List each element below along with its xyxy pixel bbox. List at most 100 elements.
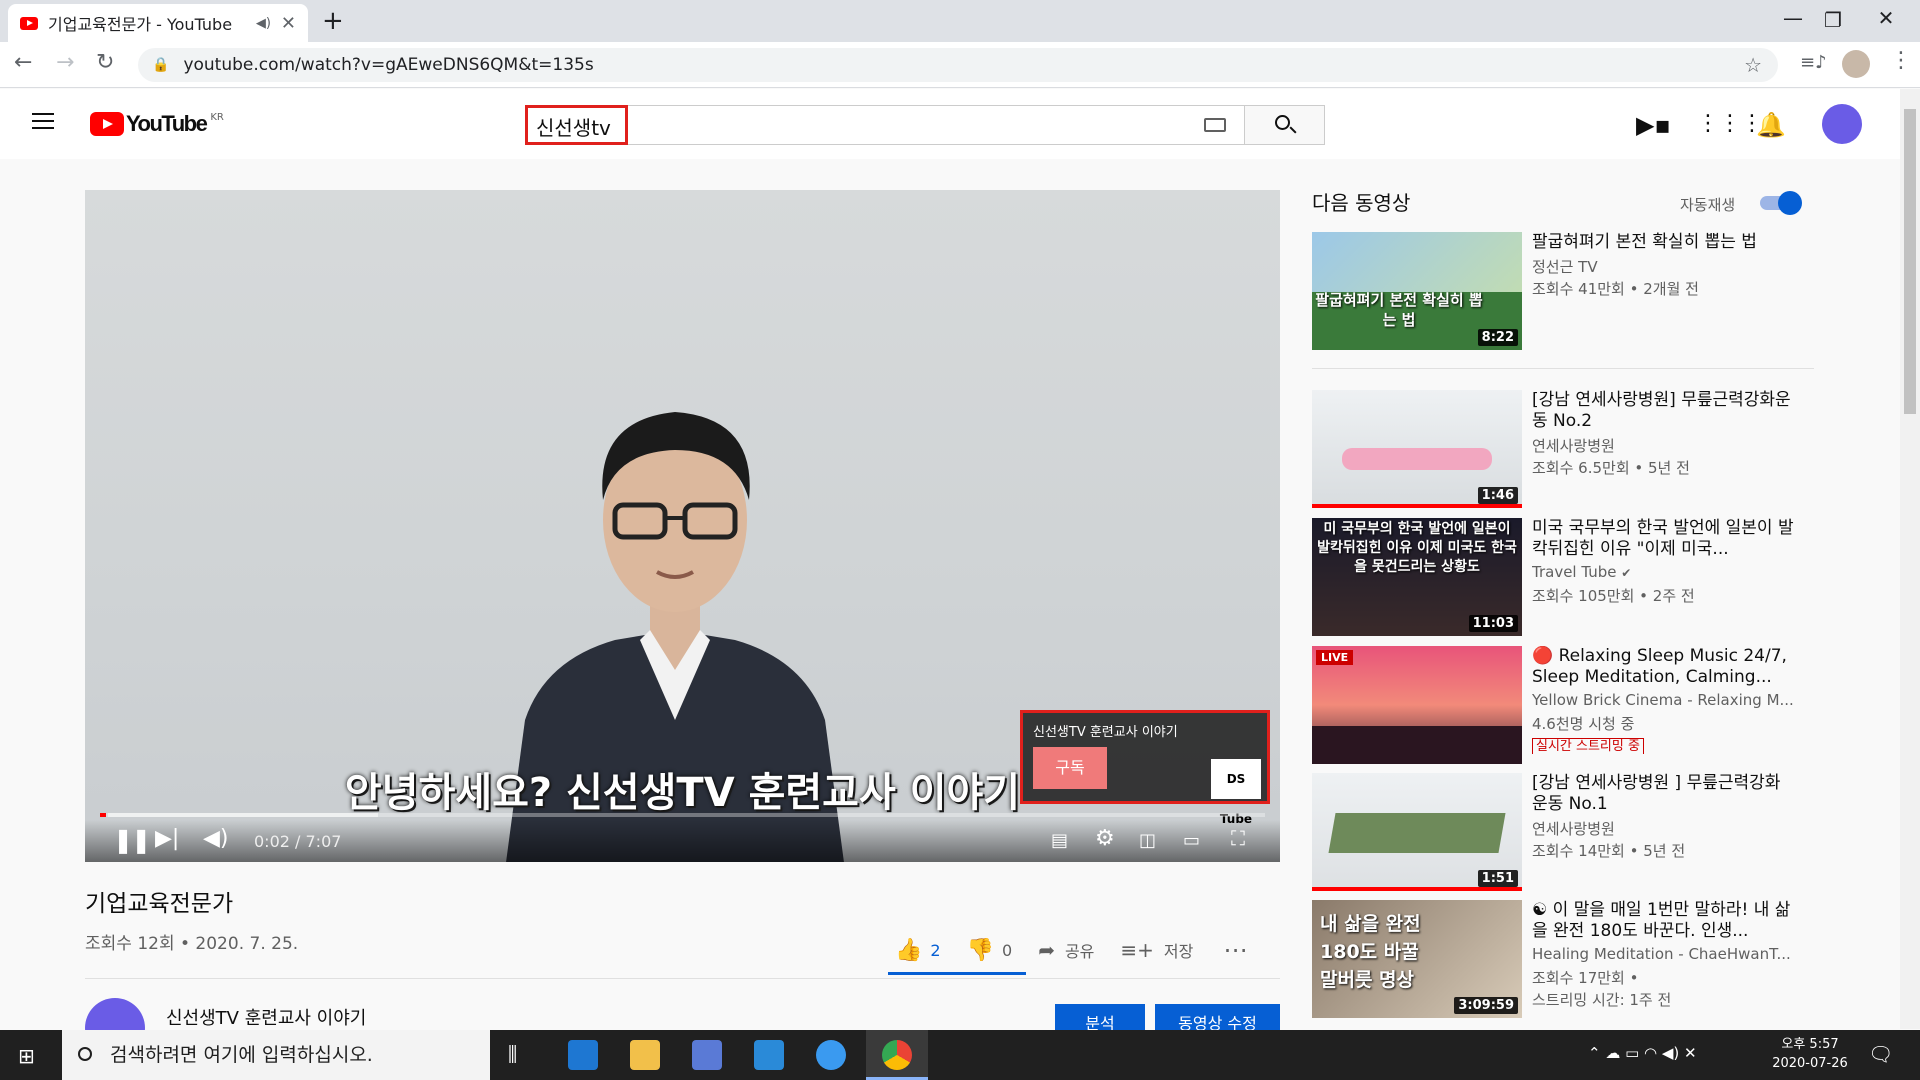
up-next-heading: 다음 동영상 (1312, 191, 1411, 215)
recommendation-item[interactable]: 1:46 [강남 연세사랑병원] 무릎근력강화운동 No.2 연세사랑병원 조회… (1312, 390, 1812, 510)
next-icon[interactable]: ▶| (155, 826, 179, 851)
forward-icon[interactable]: → (56, 50, 74, 75)
recommendation-item[interactable]: 내 삶을 완전 180도 바꿀 말버릇 명상 3:09:59 ☯ 이 말을 매일… (1312, 900, 1812, 1018)
thumbnail-caption: 팔굽혀펴기 본전 확실히 뽑는 법 (1315, 291, 1483, 329)
page-scrollbar[interactable] (1900, 89, 1920, 1029)
fullscreen-icon[interactable]: ⛶ (1231, 826, 1245, 850)
share-label: 공유 (1064, 942, 1095, 961)
youtube-play-icon (90, 112, 124, 136)
volume-icon[interactable]: ◀) (203, 826, 229, 851)
rec-title: [강남 연세사랑병원] 무릎근력강화운동 No.2 (1532, 390, 1791, 431)
miniplayer-icon[interactable]: ◫ (1139, 830, 1156, 851)
notifications-bell-icon[interactable]: 🔔 (1756, 111, 1786, 139)
media-control-icon[interactable]: ≡♪ (1800, 52, 1827, 73)
recommendation-item[interactable]: LIVE 🔴 Relaxing Sleep Music 24/7, Sleep … (1312, 646, 1812, 766)
time-display: 0:02 / 7:07 (254, 832, 342, 851)
pause-icon[interactable]: ❚❚ (113, 826, 151, 854)
more-actions-icon[interactable]: ⋯ (1223, 936, 1247, 964)
like-ratio-bar (888, 972, 1026, 975)
taskbar-search[interactable]: 검색하려면 여기에 입력하십시오. (62, 1030, 490, 1080)
duration-badge: 1:51 (1477, 870, 1518, 887)
url-field[interactable]: 🔒 youtube.com/watch?v=gAEweDNS6QM&t=135s… (138, 48, 1778, 82)
video-thumbnail[interactable]: 미 국무부의 한국 발언에 일본이 발칵뒤집힌 이유 이제 미국도 한국을 못건… (1312, 518, 1522, 636)
save-button[interactable]: ≡+ 저장 (1120, 938, 1193, 962)
rec-meta: 조회수 17만회 • (1532, 969, 1639, 987)
file-explorer-icon[interactable] (630, 1040, 660, 1070)
recommendation-item[interactable]: 미 국무부의 한국 발언에 일본이 발칵뒤집힌 이유 이제 미국도 한국을 못건… (1312, 518, 1812, 638)
video-thumbnail[interactable]: 1:46 (1312, 390, 1522, 508)
keyboard-icon[interactable] (1204, 118, 1226, 132)
bookmark-star-icon[interactable]: ☆ (1744, 53, 1762, 77)
duration-badge: 11:03 (1468, 615, 1518, 632)
edge-icon[interactable] (568, 1040, 598, 1070)
progress-played (100, 813, 106, 817)
autoplay-toggle[interactable] (1760, 191, 1802, 215)
channel-name[interactable]: 신선생TV 훈련교사 이야기 (166, 1004, 366, 1030)
divider (1312, 368, 1814, 369)
video-thumbnail[interactable]: 팔굽혀펴기 본전 확실히 뽑는 법 8:22 (1312, 232, 1522, 350)
windows-start-icon[interactable]: ⊞ (18, 1044, 35, 1068)
search-icon (1275, 115, 1290, 130)
logo-text: YouTube (126, 111, 208, 136)
youtube-header: YouTube KR 신선생tv ▶▪ ⋮⋮⋮ 🔔 (0, 89, 1900, 159)
settings-gear-icon[interactable]: ⚙ (1095, 826, 1115, 851)
search-input[interactable]: 신선생tv (525, 105, 1245, 145)
watched-progress (1312, 504, 1522, 508)
notification-center-icon[interactable]: 🗨 (1868, 1042, 1893, 1066)
share-button[interactable]: ➦ 공유 (1038, 938, 1094, 962)
like-button[interactable]: 👍 2 (895, 938, 941, 963)
dislike-button[interactable]: 👎 0 (967, 938, 1013, 963)
profile-avatar-icon[interactable] (1842, 50, 1870, 78)
dislike-count: 0 (1002, 940, 1013, 960)
store-icon[interactable] (692, 1040, 722, 1070)
task-view-icon[interactable]: ⫼ (508, 1042, 517, 1066)
chrome-menu-icon[interactable]: ⋮ (1890, 48, 1912, 73)
video-thumbnail[interactable]: LIVE (1312, 646, 1522, 764)
reload-icon[interactable]: ↻ (96, 50, 114, 75)
scrollbar-thumb[interactable] (1904, 109, 1916, 414)
system-tray[interactable]: ⌃ ☁ ▭ ◠ ◀) ✕ (1588, 1044, 1697, 1062)
create-video-icon[interactable]: ▶▪ (1636, 111, 1671, 139)
branding-logo[interactable]: DS Tube (1211, 759, 1261, 826)
tab-title: 기업교육전문가 - YouTube (48, 15, 233, 34)
window-close-icon[interactable]: ✕ (1863, 6, 1909, 30)
apps-grid-icon[interactable]: ⋮⋮⋮ (1697, 111, 1763, 136)
video-thumbnail[interactable]: 1:51 (1312, 773, 1522, 891)
video-actions: 👍 2 👎 0 ➦ 공유 ≡+ 저장 ⋯ (895, 930, 1273, 970)
account-avatar[interactable] (1822, 104, 1862, 144)
progress-buffered (108, 813, 378, 817)
speaker-icon[interactable]: ◀) (256, 16, 271, 31)
taskbar-clock[interactable]: 오후 5:57 2020-07-26 (1770, 1035, 1850, 1073)
chrome-taskbar-button[interactable] (866, 1030, 928, 1080)
channel-branding-overlay[interactable]: 신선생TV 훈련교사 이야기 구독 DS Tube (1020, 710, 1270, 826)
mail-icon[interactable] (754, 1040, 784, 1070)
search-icon (78, 1047, 92, 1061)
share-arrow-icon: ➦ (1038, 938, 1055, 962)
rec-channel: Yellow Brick Cinema - Relaxing M... (1532, 691, 1794, 709)
hamburger-menu-icon[interactable] (32, 113, 54, 129)
watched-progress (1312, 887, 1522, 891)
recommendation-item[interactable]: 1:51 [강남 연세사랑병원 ] 무릎근력강화운동 No.1 연세사랑병원 조… (1312, 773, 1812, 893)
back-icon[interactable]: ← (14, 50, 32, 75)
video-thumbnail[interactable]: 내 삶을 완전 180도 바꿀 말버릇 명상 3:09:59 (1312, 900, 1522, 1018)
browser-tab[interactable]: 기업교육전문가 - YouTube ◀) ✕ (8, 4, 308, 42)
video-player[interactable]: 안녕하세요? 신선생TV 훈련교사 이야기 신선생TV 훈련교사 이야기 구독 … (85, 190, 1280, 862)
search-button[interactable] (1245, 105, 1325, 145)
internet-explorer-icon[interactable] (816, 1040, 846, 1070)
theater-mode-icon[interactable]: ▭ (1183, 830, 1200, 851)
recommendation-item[interactable]: 팔굽혀펴기 본전 확실히 뽑는 법 8:22 팔굽혀펴기 본전 확실히 뽑는 법… (1312, 232, 1812, 352)
maximize-icon[interactable]: ❐ (1810, 8, 1856, 32)
rec-title: 🔴 Relaxing Sleep Music 24/7, Sleep Medit… (1532, 646, 1787, 687)
rec-channel: 연세사랑병원 (1532, 820, 1615, 838)
branding-channel-name: 신선생TV 훈련교사 이야기 (1033, 725, 1178, 740)
subtitles-icon[interactable]: ▤ (1051, 830, 1068, 851)
verified-check-icon: ✔ (1621, 566, 1632, 580)
playlist-add-icon: ≡+ (1120, 938, 1154, 962)
new-tab-button[interactable]: + (322, 6, 344, 36)
branding-subscribe-button[interactable]: 구독 (1033, 747, 1107, 789)
tab-close-icon[interactable]: ✕ (281, 13, 296, 34)
rec-meta-stream: 스트리밍 시간: 1주 전 (1532, 991, 1672, 1009)
video-title: 기업교육전문가 (85, 891, 234, 917)
progress-bar[interactable] (100, 813, 1265, 817)
youtube-logo[interactable]: YouTube KR (90, 111, 224, 137)
